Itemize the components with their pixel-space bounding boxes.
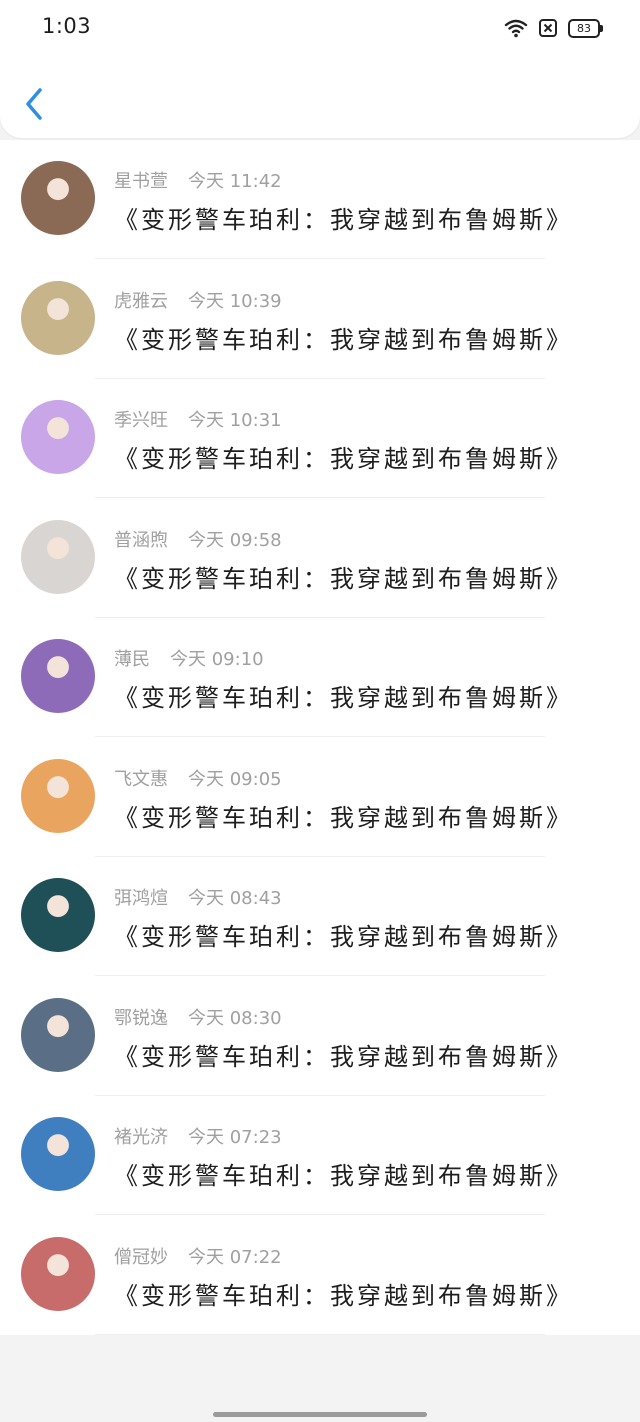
comment-text: 《变形警车珀利：我穿越到布鲁姆斯》: [114, 564, 573, 593]
user-name[interactable]: 虎雅云: [114, 291, 168, 312]
comment-time: 今天 09:05: [188, 768, 282, 790]
comment-text: 《变形警车珀利：我穿越到布鲁姆斯》: [114, 684, 573, 712]
avatar[interactable]: [21, 758, 95, 833]
user-name[interactable]: 飞文惠: [114, 769, 168, 790]
comment-row[interactable]: 鄂锐逸 今天 08:30 《变形警车珀利：我穿越到布鲁姆斯》: [0, 977, 640, 1096]
row-divider: [95, 1333, 545, 1335]
home-indicator[interactable]: [213, 1412, 427, 1417]
comment-meta: 飞文惠 今天 09:05: [114, 765, 282, 791]
comment-time: 今天 10:39: [188, 290, 282, 312]
comment-row[interactable]: 季兴旺 今天 10:31 《变形警车珀利：我穿越到布鲁姆斯》: [0, 379, 640, 498]
comment-row[interactable]: 虎雅云 今天 10:39 《变形警车珀利：我穿越到布鲁姆斯》: [0, 260, 640, 379]
comment-text: 《变形警车珀利：我穿越到布鲁姆斯》: [114, 445, 573, 473]
comment-time: 今天 08:43: [188, 888, 282, 909]
sim-disabled-icon: [539, 19, 557, 37]
comment-meta: 普涵煦 今天 09:58: [114, 526, 282, 552]
comment-row[interactable]: 薄民 今天 09:10 《变形警车珀利：我穿越到布鲁姆斯》: [0, 618, 640, 737]
avatar[interactable]: [21, 161, 95, 235]
user-name[interactable]: 季兴旺: [114, 410, 168, 431]
comment-time: 今天 07:23: [188, 1127, 282, 1148]
comment-row[interactable]: 星书萱 今天 11:42 《变形警车珀利：我穿越到布鲁姆斯》: [0, 140, 640, 259]
chevron-left-icon[interactable]: [22, 84, 52, 124]
avatar[interactable]: [21, 639, 95, 713]
user-name[interactable]: 鄂锐逸: [114, 1008, 168, 1029]
user-name[interactable]: 弭鸿煊: [114, 888, 168, 909]
user-name[interactable]: 普涵煦: [114, 530, 168, 551]
user-name[interactable]: 星书萱: [114, 171, 168, 192]
comment-meta: 褚光济 今天 07:23: [114, 1123, 282, 1149]
comment-text: 《变形警车珀利：我穿越到布鲁姆斯》: [114, 803, 573, 832]
avatar[interactable]: [21, 997, 95, 1072]
comment-time: 今天 08:30: [188, 1007, 282, 1029]
comment-text: 《变形警车珀利：我穿越到布鲁姆斯》: [114, 206, 573, 234]
comment-text: 《变形警车珀利：我穿越到布鲁姆斯》: [114, 325, 573, 354]
user-name[interactable]: 褚光济: [114, 1127, 168, 1148]
comment-meta: 季兴旺 今天 10:31: [114, 406, 282, 432]
comment-meta: 虎雅云 今天 10:39: [114, 287, 282, 313]
user-name[interactable]: 薄民: [114, 649, 150, 670]
top-app-bar: 1:03 83: [0, 0, 640, 138]
comment-text: 《变形警车珀利：我穿越到布鲁姆斯》: [114, 923, 573, 951]
comment-text: 《变形警车珀利：我穿越到布鲁姆斯》: [114, 1281, 573, 1310]
comment-row[interactable]: 褚光济 今天 07:23 《变形警车珀利：我穿越到布鲁姆斯》: [0, 1096, 640, 1215]
avatar[interactable]: [21, 878, 95, 952]
comment-meta: 僧冠妙 今天 07:22: [114, 1243, 282, 1269]
comment-row[interactable]: 普涵煦 今天 09:58 《变形警车珀利：我穿越到布鲁姆斯》: [0, 499, 640, 618]
comment-text: 《变形警车珀利：我穿越到布鲁姆斯》: [114, 1042, 573, 1071]
avatar[interactable]: [21, 1117, 95, 1191]
comment-row[interactable]: 僧冠妙 今天 07:22 《变形警车珀利：我穿越到布鲁姆斯》: [0, 1216, 640, 1335]
comment-list: 星书萱 今天 11:42 《变形警车珀利：我穿越到布鲁姆斯》 虎雅云 今天 10:39 《…: [0, 140, 640, 1335]
comment-meta: 星书萱 今天 11:42: [114, 167, 282, 193]
comment-time: 今天 09:58: [188, 529, 282, 551]
status-icons: 83: [504, 16, 603, 40]
avatar[interactable]: [21, 400, 95, 474]
comment-text: 《变形警车珀利：我穿越到布鲁姆斯》: [114, 1162, 573, 1190]
comment-time: 今天 10:31: [188, 410, 282, 431]
comment-time: 今天 11:42: [188, 171, 282, 192]
comment-row[interactable]: 飞文惠 今天 09:05 《变形警车珀利：我穿越到布鲁姆斯》: [0, 738, 640, 857]
avatar[interactable]: [21, 280, 95, 355]
comment-time: 今天 07:22: [188, 1246, 282, 1268]
battery-indicator: 83: [568, 18, 603, 38]
user-name[interactable]: 僧冠妙: [114, 1247, 168, 1268]
wifi-icon: [504, 19, 528, 38]
comment-meta: 薄民 今天 09:10: [114, 645, 264, 671]
comment-meta: 鄂锐逸 今天 08:30: [114, 1004, 282, 1030]
avatar[interactable]: [21, 1236, 95, 1311]
avatar[interactable]: [21, 519, 95, 594]
comment-time: 今天 09:10: [170, 649, 264, 670]
status-time: 1:03: [42, 14, 92, 38]
comment-meta: 弭鸿煊 今天 08:43: [114, 884, 282, 910]
comment-row[interactable]: 弭鸿煊 今天 08:43 《变形警车珀利：我穿越到布鲁姆斯》: [0, 857, 640, 976]
